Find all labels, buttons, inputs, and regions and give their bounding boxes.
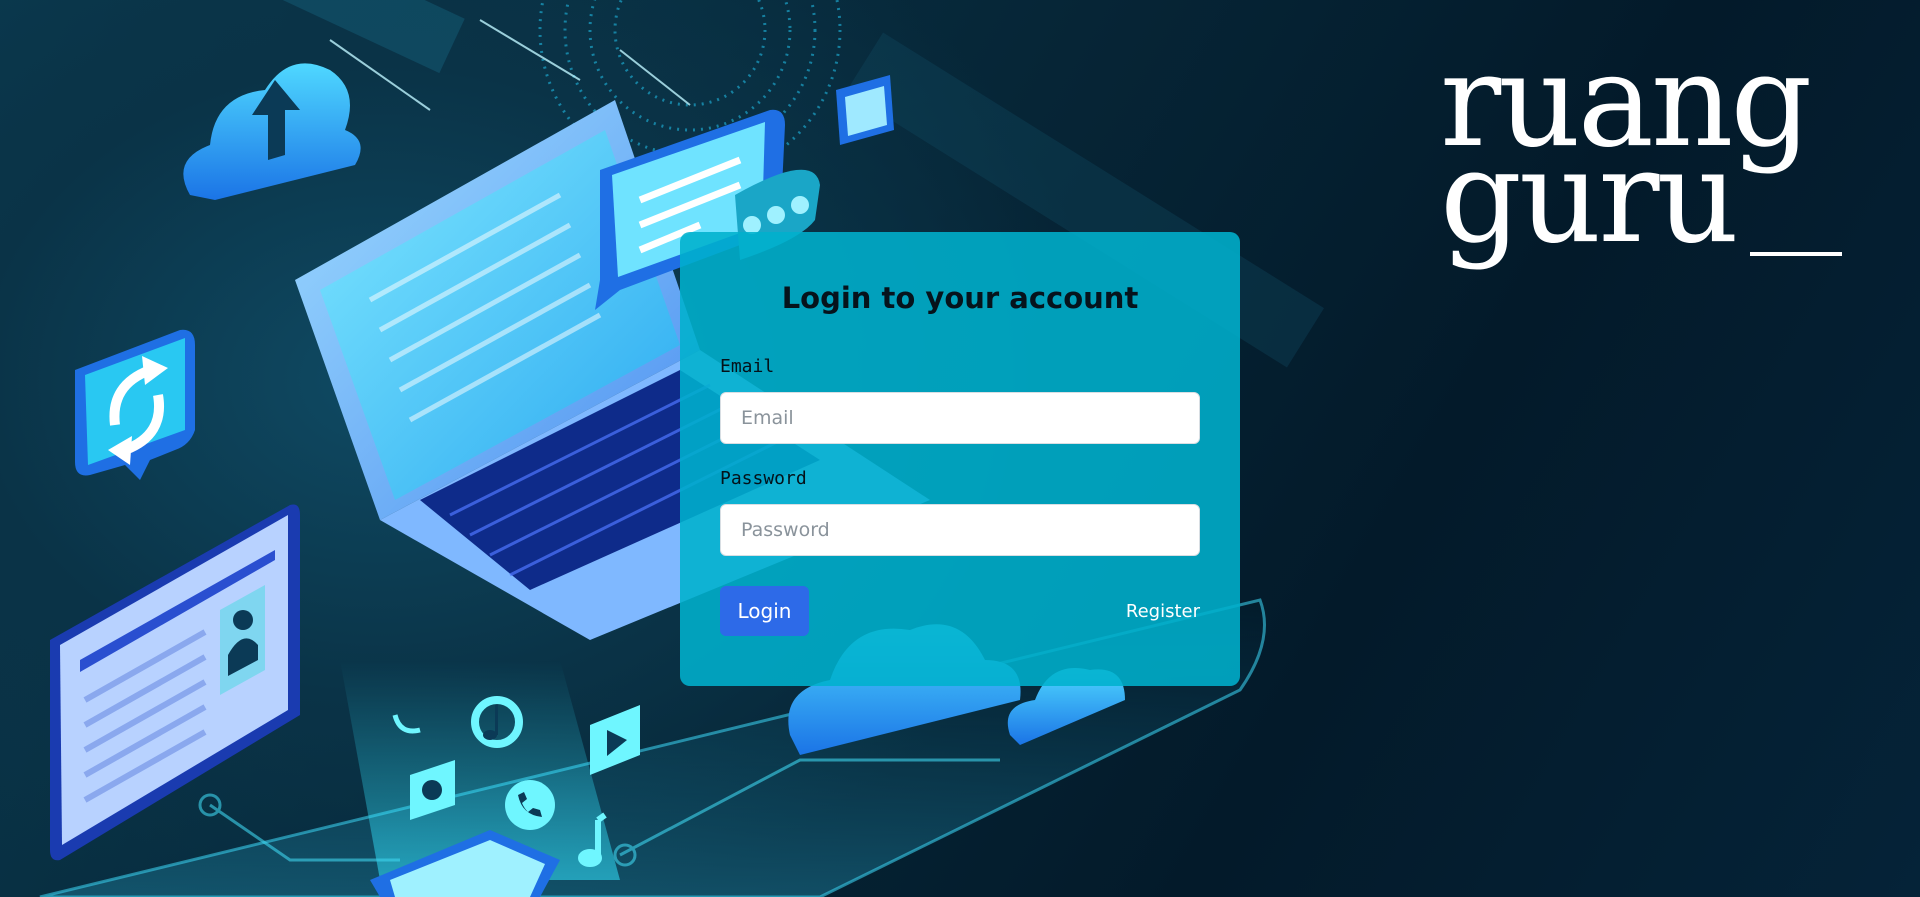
login-button[interactable]: Login: [720, 586, 809, 636]
register-link[interactable]: Register: [1126, 603, 1200, 621]
password-input[interactable]: [720, 504, 1200, 556]
email-input[interactable]: [720, 392, 1200, 444]
email-label: Email: [720, 356, 775, 377]
password-label: Password: [720, 468, 807, 489]
tablet-icon: [50, 504, 300, 861]
login-title: Login to your account: [781, 281, 1139, 315]
sync-icon: [75, 329, 195, 480]
logo-underline: [1750, 252, 1842, 256]
logo-line-2: guru: [1440, 123, 1739, 272]
cloud-upload-icon: [183, 63, 361, 201]
folder-icon: [836, 75, 894, 145]
login-card: Login to your account Email Password Log…: [680, 232, 1240, 686]
call-icon: [505, 780, 555, 830]
ruangguru-logo: ruang guru: [1440, 38, 1860, 300]
